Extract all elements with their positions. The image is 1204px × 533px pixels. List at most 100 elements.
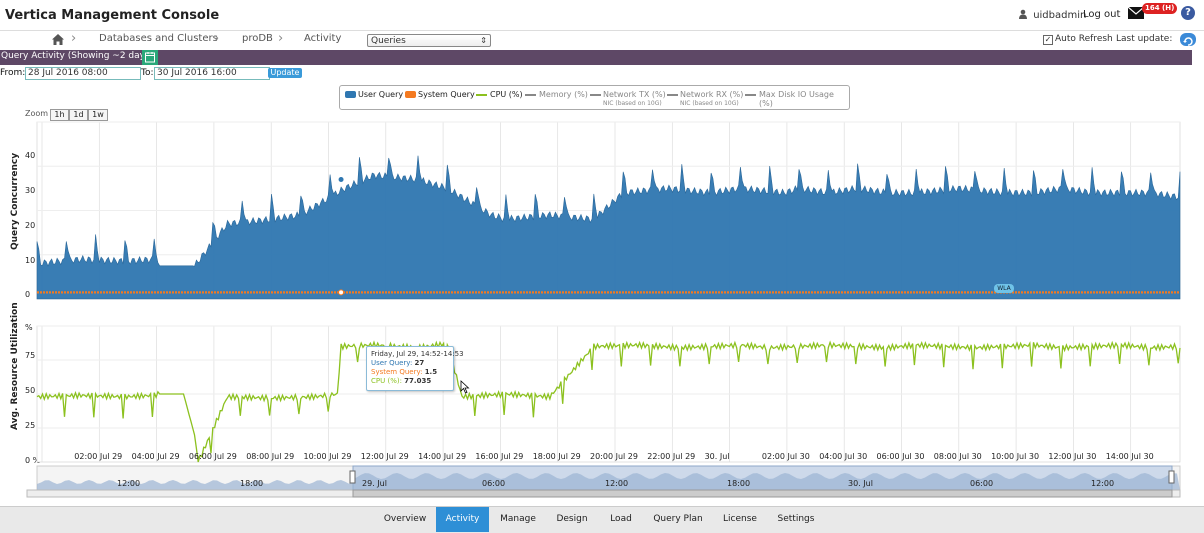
auto-refresh-label: Auto Refresh <box>1055 34 1113 44</box>
wla-annotation[interactable]: WLA <box>994 284 1014 293</box>
upper-y-tick: 40 <box>25 151 36 160</box>
tab-overview[interactable]: Overview <box>378 507 432 532</box>
user-menu[interactable]: uidbadmin <box>1018 9 1086 21</box>
legend-system-query[interactable]: System Query <box>418 90 475 99</box>
navigator-tick: 29. Jul <box>362 479 387 488</box>
panel-title-bar: Query Activity (Showing ~2 days) <box>0 50 1192 65</box>
lower-chart <box>36 340 1181 463</box>
user-query-point <box>338 177 344 183</box>
home-icon[interactable] <box>52 34 64 45</box>
legend-user-query[interactable]: User Query <box>358 90 403 99</box>
breadcrumb-separator: › <box>278 31 284 46</box>
from-date-input[interactable]: 28 Jul 2016 08:00 <box>25 67 141 80</box>
view-select[interactable]: Queries ⇕ <box>367 34 491 47</box>
breadcrumb-activity[interactable]: Activity <box>304 33 341 44</box>
upper-y-axis-label: Query Concurrency <box>10 152 20 250</box>
tab-settings[interactable]: Settings <box>773 507 819 532</box>
refresh-icon[interactable] <box>1180 33 1196 46</box>
tooltip-row-user-query: User Query: 27 <box>371 359 449 368</box>
navigator-scrollbar <box>26 489 1181 498</box>
breadcrumb-separator: › <box>214 31 220 46</box>
navigator-tick: 12:00 <box>117 479 141 488</box>
upper-y-tick: 20 <box>25 221 36 230</box>
x-axis-tick: 20:00 Jul 29 <box>590 452 638 461</box>
help-icon[interactable]: ? <box>1181 6 1195 20</box>
x-axis-tick: 14:00 Jul 30 <box>1105 452 1154 461</box>
auto-refresh-toggle[interactable]: ✓ Auto Refresh <box>1043 34 1113 45</box>
legend-network-rx-sub: NIC (based on 10G) <box>680 100 739 107</box>
chart-legend: User Query System Query CPU (%) Memory (… <box>339 85 850 110</box>
legend-swatch-network-rx <box>667 94 678 96</box>
x-axis-tick: 08:00 Jul 30 <box>933 452 982 461</box>
legend-swatch-memory <box>525 94 536 96</box>
legend-swatch-disk-io <box>745 94 756 96</box>
x-axis-tick: 22:00 Jul 29 <box>647 452 696 461</box>
legend-network-tx[interactable]: Network TX (%) <box>603 90 666 99</box>
legend-memory[interactable]: Memory (%) <box>539 90 588 99</box>
legend-cpu[interactable]: CPU (%) <box>490 90 523 99</box>
lower-y-tick: % <box>25 323 33 332</box>
user-icon <box>1019 9 1027 19</box>
upper-chart <box>36 155 1181 300</box>
auto-refresh-checkbox[interactable]: ✓ <box>1043 35 1053 45</box>
cpu-line <box>36 340 1181 463</box>
tooltip-label: CPU (%): <box>371 377 402 385</box>
legend-disk-io[interactable]: Max Disk IO Usage (%) <box>759 90 849 108</box>
x-axis-tick: 04:00 Jul 29 <box>131 452 180 461</box>
tab-design[interactable]: Design <box>550 507 594 532</box>
breadcrumb-prodb[interactable]: proDB <box>242 33 273 44</box>
tooltip-value: 1.5 <box>424 368 438 376</box>
lower-y-tick: 75 % <box>25 351 46 360</box>
x-axis-tick: 10:00 Jul 30 <box>991 452 1040 461</box>
navigator-tick: 18:00 <box>240 479 264 488</box>
zoom-1w-button[interactable]: 1w <box>88 109 108 121</box>
lower-y-tick: 0 % <box>25 456 41 465</box>
tab-activity[interactable]: Activity <box>436 507 489 532</box>
legend-network-rx[interactable]: Network RX (%) <box>680 90 743 99</box>
x-axis-tick: 08:00 Jul 29 <box>246 452 295 461</box>
upper-y-tick: 30 <box>25 186 36 195</box>
navigator-tick: 12:00 <box>605 479 629 488</box>
breadcrumb-databases[interactable]: Databases and Clusters <box>99 33 218 44</box>
legend-swatch-user-query <box>345 91 356 98</box>
to-label: To: <box>141 68 154 78</box>
navigator-handle-left <box>349 470 356 484</box>
zoom-1h-button[interactable]: 1h <box>50 109 69 121</box>
tab-manage[interactable]: Manage <box>495 507 541 532</box>
view-select-value: Queries <box>371 36 406 46</box>
lower-y-axis-label: Avg. Resource Utilization <box>10 302 20 430</box>
x-axis-tick: 14:00 Jul 29 <box>418 452 467 461</box>
chart-tooltip: Friday, Jul 29, 14:52-14:53 User Query: … <box>366 346 464 391</box>
tab-load[interactable]: Load <box>603 507 639 532</box>
upper-y-tick: 0 <box>25 290 31 299</box>
x-axis-tick: 30. Jul <box>704 452 730 461</box>
update-button[interactable]: Update <box>268 68 302 78</box>
x-axis-tick: 02:00 Jul 29 <box>74 452 123 461</box>
x-axis-tick: 18:00 Jul 29 <box>532 452 581 461</box>
app-title: Vertica Management Console <box>5 8 220 23</box>
bottom-tab-bar <box>0 506 1204 533</box>
navigator-tick: 06:00 <box>482 479 506 488</box>
navigator-selection <box>352 465 1173 491</box>
to-date-input[interactable]: 30 Jul 2016 16:00 <box>154 67 270 80</box>
zoom-1d-button[interactable]: 1d <box>69 109 88 121</box>
tooltip-title: Friday, Jul 29, 14:52-14:53 <box>371 350 464 358</box>
tab-license[interactable]: License <box>718 507 762 532</box>
navigator-tick: 06:00 <box>970 479 994 488</box>
calendar-button[interactable] <box>142 50 158 65</box>
navigator-scrollbar-thumb <box>352 489 1173 498</box>
tab-query-plan[interactable]: Query Plan <box>651 507 705 532</box>
system-query-point <box>338 289 345 296</box>
x-axis-tick: 06:00 Jul 29 <box>188 452 237 461</box>
lower-plot-area <box>36 325 1181 463</box>
last-update-label: Last update: <box>1116 34 1173 44</box>
navigator-tick: 12:00 <box>1091 479 1115 488</box>
navigator-tick: 30. Jul <box>848 479 873 488</box>
x-axis-tick: 10:00 Jul 29 <box>303 452 352 461</box>
legend-swatch-network-tx <box>590 94 601 96</box>
mouse-cursor-icon <box>460 380 470 394</box>
logout-link[interactable]: Log out <box>1083 9 1120 20</box>
tooltip-value: 77.035 <box>404 377 432 385</box>
navigator <box>26 465 1181 498</box>
legend-swatch-system-query <box>405 91 416 98</box>
